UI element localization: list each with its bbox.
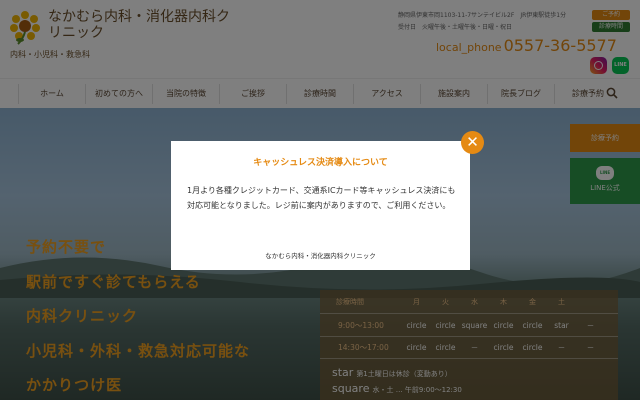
close-icon[interactable]: ✕	[461, 131, 484, 154]
modal-title: キャッシュレス決済導入について	[253, 158, 388, 168]
modal-signature: なかむら内科・消化器内科クリニック	[265, 252, 376, 260]
announcement-modal: キャッシュレス決済導入について 1月より各種クレジットカード、交通系ICカード等…	[171, 141, 470, 270]
modal-body: 1月より各種クレジットカード、交通系ICカード等キャッシュレス決済にも対応可能と…	[187, 186, 456, 210]
